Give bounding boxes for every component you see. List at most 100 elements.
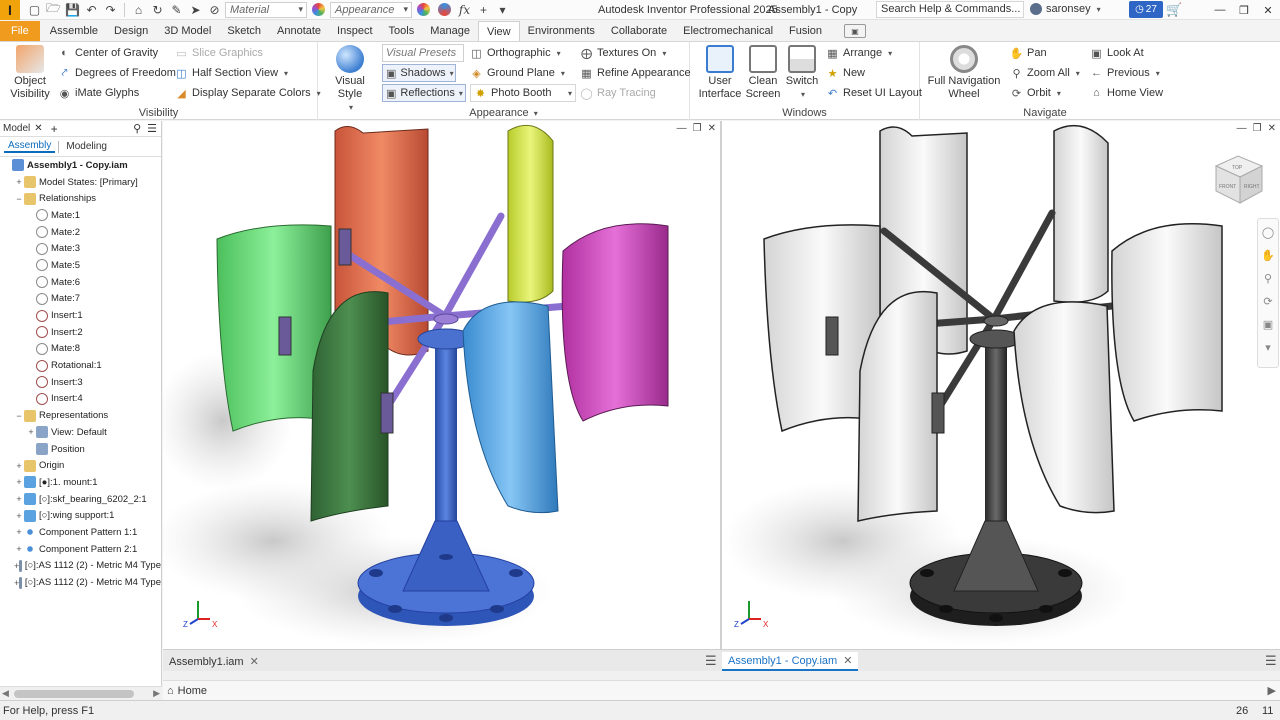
scroll-right-icon[interactable]: ▶ <box>1268 684 1276 697</box>
expand-icon[interactable]: + <box>14 461 24 471</box>
user-account[interactable]: saronsey ▾ <box>1030 3 1101 15</box>
reflections-button[interactable]: ▣ Reflections ▾ <box>382 84 466 102</box>
cancel-icon[interactable]: ⊘ <box>206 2 223 18</box>
tree-item[interactable]: + [●]:1. mount:1 <box>0 474 161 491</box>
collapse-icon[interactable]: − <box>14 194 24 204</box>
half-section-view-button[interactable]: ◫ Half Section View ▾ <box>175 64 288 82</box>
zoom-all-button[interactable]: ⚲ Zoom All ▾ <box>1010 64 1079 82</box>
ribbon-display-toggle-icon[interactable]: ▣ <box>844 24 867 38</box>
tree-item[interactable]: Insert:2 <box>0 324 161 341</box>
browser-scrollbar[interactable]: ◀ ▶ <box>0 686 162 700</box>
view-cube[interactable]: TOP FRONT RIGHT <box>1214 155 1264 204</box>
switch-button[interactable]: Switch ▾ <box>784 45 820 101</box>
close-button[interactable]: ✕ <box>1256 0 1280 20</box>
open-folder-icon[interactable]: 🗁 <box>45 1 62 18</box>
tab-design[interactable]: Design <box>106 21 156 41</box>
tree-item[interactable]: Insert:3 <box>0 374 161 391</box>
viewport-assembly1[interactable]: — ❐ ✕ Z X <box>163 121 720 649</box>
reset-ui-layout-button[interactable]: ↶ Reset UI Layout <box>826 84 922 102</box>
tree-item[interactable]: Mate:6 <box>0 274 161 291</box>
restore-view-icon[interactable]: ❐ <box>1253 123 1262 134</box>
add-browser-icon[interactable]: + <box>51 122 58 136</box>
zoom-icon[interactable]: ⚲ <box>1261 271 1275 285</box>
display-separate-colors-button[interactable]: ◢ Display Separate Colors ▾ <box>175 84 320 102</box>
refine-appearance-button[interactable]: ▦ Refine Appearance <box>580 64 690 82</box>
tree-item[interactable]: + Component Pattern 2:1 <box>0 541 161 558</box>
tree-item[interactable]: − Representations <box>0 407 161 424</box>
expand-icon[interactable]: + <box>14 494 24 504</box>
full-navigation-wheel-button[interactable]: Full Navigation Wheel <box>926 45 1002 101</box>
tab-inspect[interactable]: Inspect <box>329 21 380 41</box>
scroll-left-icon[interactable]: ◀ <box>2 688 9 699</box>
textures-on-button[interactable]: ⨁ Textures On ▾ <box>580 44 666 62</box>
tree-item[interactable]: − Relationships <box>0 190 161 207</box>
scroll-right-icon[interactable]: ▶ <box>153 688 160 699</box>
expand-icon[interactable]: + <box>14 477 24 487</box>
orbit-icon[interactable]: ⟳ <box>1261 294 1275 308</box>
mode-modeling[interactable]: Modeling <box>62 141 111 152</box>
tree-item[interactable]: + View: Default <box>0 424 161 441</box>
customize-chevron-icon[interactable]: ▾ <box>494 2 511 18</box>
turbine-model-colored[interactable]: Z X <box>163 121 720 649</box>
tree-item[interactable]: + [○]:AS 1112 (2) - Metric M4 Type <box>0 558 161 575</box>
tree-item[interactable]: Position <box>0 441 161 458</box>
menu-icon[interactable]: ☰ <box>147 122 157 135</box>
close-tab-icon[interactable]: ✕ <box>250 655 259 668</box>
redo-icon[interactable]: ↷ <box>102 2 119 18</box>
tab-3d-model[interactable]: 3D Model <box>156 21 219 41</box>
parameters-fx-icon[interactable]: fx <box>456 2 473 18</box>
tree-item[interactable]: + [○]:skf_bearing_6202_2:1 <box>0 491 161 508</box>
arrange-button[interactable]: ▦ Arrange ▾ <box>826 44 892 62</box>
pan-button[interactable]: ✋ Pan <box>1010 44 1047 62</box>
tree-item[interactable]: Mate:5 <box>0 257 161 274</box>
notifications-badge[interactable]: ◷ 27 <box>1129 1 1163 18</box>
new-file-icon[interactable]: ▢ <box>26 2 43 18</box>
tree-item[interactable]: + Component Pattern 1:1 <box>0 524 161 541</box>
center-of-gravity-button[interactable]: ◐ Center of Gravity <box>58 44 158 62</box>
look-at-icon[interactable]: ▣ <box>1261 317 1275 331</box>
shadows-button[interactable]: ▣ Shadows ▾ <box>382 64 456 82</box>
tab-file[interactable]: File <box>0 21 40 41</box>
tab-menu-icon[interactable]: ☰ <box>1265 653 1277 669</box>
photo-booth-dropdown[interactable]: ✸ Photo Booth ▾ <box>470 84 576 102</box>
tree-item[interactable]: Mate:7 <box>0 291 161 308</box>
doc-tab-assembly1-copy[interactable]: Assembly1 - Copy.iam ✕ <box>722 652 859 671</box>
tab-tools[interactable]: Tools <box>381 21 423 41</box>
tree-item[interactable]: Mate:8 <box>0 341 161 358</box>
expand-icon[interactable]: + <box>26 427 36 437</box>
save-icon[interactable]: 💾 <box>64 2 81 18</box>
expand-icon[interactable]: + <box>14 544 24 554</box>
look-at-button[interactable]: ▣ Look At <box>1090 44 1143 62</box>
pan-hand-icon[interactable]: ✋ <box>1261 248 1275 262</box>
expand-icon[interactable]: + <box>14 511 24 521</box>
slice-graphics-button[interactable]: ▭ Slice Graphics <box>175 44 263 62</box>
minimize-button[interactable]: — <box>1208 0 1232 20</box>
home-icon[interactable]: ⌂ <box>130 2 147 18</box>
steering-wheel-icon[interactable]: ◯ <box>1261 225 1275 239</box>
mode-assembly[interactable]: Assembly <box>4 140 56 153</box>
collapse-icon[interactable]: − <box>14 411 24 421</box>
expand-icon[interactable]: + <box>14 177 24 187</box>
doc-tab-assembly1[interactable]: Assembly1.iam ✕ <box>163 652 265 671</box>
tree-item[interactable]: Insert:1 <box>0 307 161 324</box>
adjust-appearance-icon[interactable] <box>417 3 430 16</box>
tree-item[interactable]: + Origin <box>0 457 161 474</box>
visual-presets-dropdown[interactable]: Visual Presets <box>382 44 464 62</box>
tab-annotate[interactable]: Annotate <box>269 21 329 41</box>
tree-item[interactable]: Mate:2 <box>0 224 161 241</box>
turbine-model-grayscale[interactable]: Z X TOP FRONT RIGHT <box>722 121 1280 649</box>
inventor-logo-icon[interactable]: I <box>0 0 20 20</box>
ray-tracing-button[interactable]: ◯ Ray Tracing <box>580 84 655 102</box>
select-icon[interactable]: ➤ <box>187 2 204 18</box>
cart-icon[interactable]: 🛒 <box>1166 2 1182 18</box>
imate-glyphs-button[interactable]: ◉ iMate Glyphs <box>58 84 140 102</box>
home-icon[interactable]: ⌂ <box>167 685 174 697</box>
clean-screen-button[interactable]: Clean Screen <box>744 45 782 101</box>
expand-icon[interactable]: + <box>14 527 24 537</box>
minimize-view-icon[interactable]: — <box>1237 123 1247 134</box>
search-icon[interactable]: ⚲ <box>133 122 141 135</box>
tab-view[interactable]: View <box>477 21 520 41</box>
tab-environments[interactable]: Environments <box>520 21 603 41</box>
close-view-icon[interactable]: ✕ <box>708 123 716 134</box>
tree-item[interactable]: + [○]:AS 1112 (2) - Metric M4 Type <box>0 574 161 591</box>
